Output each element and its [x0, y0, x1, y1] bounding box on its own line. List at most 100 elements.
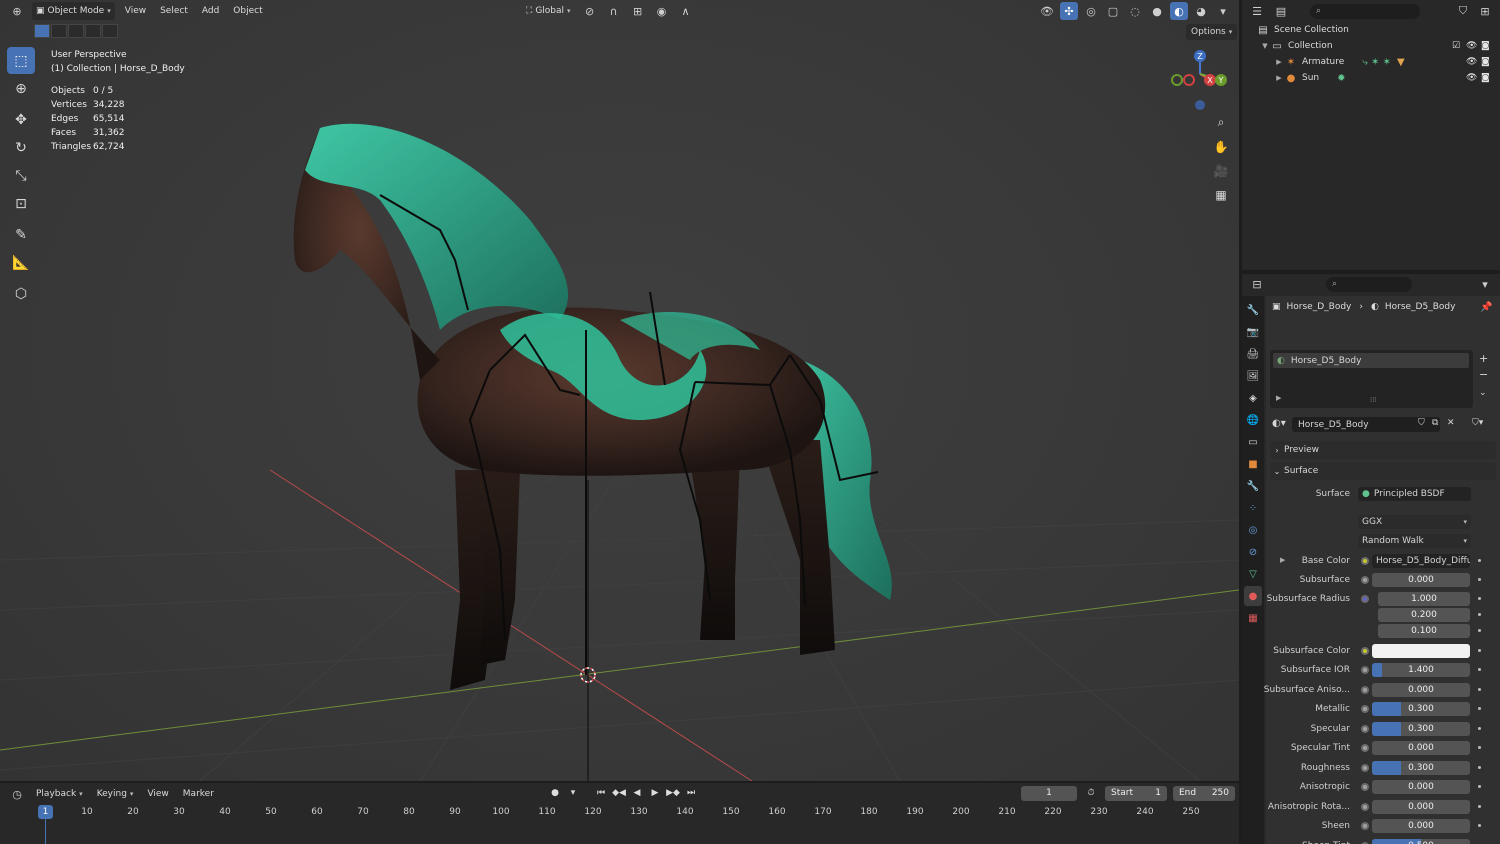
annotate-tool-icon[interactable]: ✎: [7, 221, 35, 248]
input-socket-icon[interactable]: [1361, 686, 1369, 694]
gizmo-toggle-icon[interactable]: ✣: [1060, 2, 1078, 20]
pin-icon[interactable]: 📌: [1480, 302, 1492, 313]
outliner-editor-type-icon[interactable]: ☰: [1248, 2, 1266, 20]
value-slider[interactable]: 0.000: [1372, 800, 1470, 814]
properties-editor-type-icon[interactable]: ⊟: [1248, 275, 1266, 293]
eye-icon[interactable]: 👁: [1466, 73, 1477, 83]
select-subtract-button[interactable]: [68, 24, 84, 38]
expand-arrow-icon[interactable]: ▶: [1274, 58, 1284, 66]
view-layer-tab-icon[interactable]: 🖼: [1244, 366, 1262, 386]
select-extend-button[interactable]: [51, 24, 67, 38]
move-tool-icon[interactable]: ✥: [7, 106, 35, 133]
material-browse-icon[interactable]: ◐▾: [1272, 418, 1286, 429]
preview-range-icon[interactable]: ⏱: [1083, 785, 1099, 801]
perspective-grid-icon[interactable]: ▦: [1211, 185, 1231, 204]
measure-tool-icon[interactable]: 📐: [7, 249, 35, 276]
animate-dot-icon[interactable]: [1478, 727, 1481, 730]
options-button[interactable]: Options ▾: [1186, 24, 1238, 40]
timeline-ruler[interactable]: 10 20 30 40 50 60 70 80 90 100 110 120 130 140 150 160 1…: [0, 805, 1239, 844]
input-socket-icon[interactable]: [1361, 576, 1369, 584]
value-slider[interactable]: 0.300: [1372, 722, 1470, 736]
proportional-edit-icon[interactable]: ◉: [653, 2, 671, 20]
eye-icon[interactable]: 👁: [1466, 41, 1477, 51]
value-slider[interactable]: 0.000: [1372, 819, 1470, 833]
distribution-select[interactable]: GGX ▾: [1358, 515, 1471, 529]
animate-dot-icon[interactable]: [1478, 805, 1481, 808]
animate-dot-icon[interactable]: [1478, 766, 1481, 769]
material-tab-icon[interactable]: ●: [1244, 586, 1262, 606]
surface-panel-header[interactable]: ⌄ Surface: [1270, 462, 1496, 480]
orientation-select[interactable]: ⛶ Global ▾: [522, 2, 575, 20]
wireframe-shading-icon[interactable]: ◌: [1126, 2, 1144, 20]
editor-type-icon[interactable]: ⊕: [8, 2, 26, 20]
outliner-search-input[interactable]: ⌕: [1310, 3, 1420, 19]
color-socket-icon[interactable]: [1361, 557, 1369, 565]
collection-row[interactable]: ▼ ▭ Collection: [1260, 38, 1332, 54]
physics-tab-icon[interactable]: ◎: [1244, 520, 1262, 540]
unlink-icon[interactable]: ✕: [1447, 418, 1455, 428]
camera-icon[interactable]: ◙: [1481, 41, 1490, 51]
menu-keying[interactable]: Keying ▾: [93, 785, 138, 803]
outliner-item-armature[interactable]: ▶ ✶ Armature ⤷ ✶ ✶ ▼: [1274, 54, 1404, 70]
animate-dot-icon[interactable]: [1478, 629, 1481, 632]
3d-viewport[interactable]: ⊕ ▣ Object Mode ▾ View Select Add Object …: [0, 0, 1239, 781]
select-intersect-button[interactable]: [102, 24, 118, 38]
mode-select[interactable]: ▣ Object Mode ▾: [32, 2, 115, 20]
animate-dot-icon[interactable]: [1478, 668, 1481, 671]
next-keyframe-icon[interactable]: ▶◆: [665, 785, 681, 801]
output-tab-icon[interactable]: 🖨: [1244, 344, 1262, 364]
menu-view[interactable]: View: [121, 2, 150, 20]
constraints-tab-icon[interactable]: ⊘: [1244, 542, 1262, 562]
input-socket-icon[interactable]: [1361, 803, 1369, 811]
input-socket-icon[interactable]: [1361, 705, 1369, 713]
fake-user-icon[interactable]: ⛉: [1418, 418, 1425, 428]
display-mode-icon[interactable]: ▤: [1272, 2, 1290, 20]
resize-handle-icon[interactable]: ⁞⁞⁞: [1370, 396, 1377, 404]
expand-arrow-icon[interactable]: ▶: [1280, 556, 1285, 564]
animate-dot-icon[interactable]: [1478, 707, 1481, 710]
mesh-data-tab-icon[interactable]: ▽: [1244, 564, 1262, 584]
input-socket-icon[interactable]: [1361, 647, 1369, 655]
animate-dot-icon[interactable]: [1478, 559, 1481, 562]
animate-dot-icon[interactable]: [1478, 785, 1481, 788]
modifier-tab-icon[interactable]: 🔧: [1244, 476, 1262, 496]
particles-tab-icon[interactable]: ⁘: [1244, 498, 1262, 518]
base-color-texture-field[interactable]: Horse_D5_Body_Diffuse: [1372, 554, 1470, 568]
playhead[interactable]: 1: [38, 805, 53, 819]
camera-icon[interactable]: ◙: [1481, 73, 1490, 83]
new-collection-icon[interactable]: ⊞: [1476, 2, 1494, 20]
input-socket-icon[interactable]: [1361, 725, 1369, 733]
record-options-icon[interactable]: ▾: [565, 785, 581, 801]
object-tab-icon[interactable]: ■: [1244, 454, 1262, 474]
input-socket-icon[interactable]: [1361, 666, 1369, 674]
value-slider[interactable]: 1.000: [1378, 592, 1470, 606]
expand-arrow-icon[interactable]: ▶: [1274, 74, 1284, 82]
value-slider[interactable]: 0.300: [1372, 702, 1470, 716]
remove-slot-button[interactable]: −: [1479, 368, 1488, 381]
camera-icon[interactable]: ◙: [1481, 57, 1490, 67]
texture-tab-icon[interactable]: ▦: [1244, 608, 1262, 628]
timeline-editor-type-icon[interactable]: ◷: [8, 785, 26, 803]
input-socket-icon[interactable]: [1361, 764, 1369, 772]
surface-shader-field[interactable]: ● Principled BSDF: [1358, 487, 1471, 501]
current-frame-field[interactable]: 1: [1021, 785, 1077, 801]
subsurface-method-select[interactable]: Random Walk ▾: [1358, 534, 1471, 548]
overlay-icon[interactable]: ◎: [1082, 2, 1100, 20]
value-slider[interactable]: 0.000: [1372, 741, 1470, 755]
menu-playback[interactable]: Playback ▾: [32, 785, 87, 803]
filter-icon[interactable]: ⛉: [1454, 2, 1472, 20]
input-socket-icon[interactable]: [1361, 744, 1369, 752]
solid-shading-icon[interactable]: ●: [1148, 2, 1166, 20]
expand-arrow-icon[interactable]: ▶: [1276, 394, 1281, 402]
menu-add[interactable]: Add: [198, 2, 223, 20]
duplicate-icon[interactable]: ⧉: [1432, 418, 1438, 428]
animate-dot-icon[interactable]: [1478, 649, 1481, 652]
menu-marker[interactable]: Marker: [179, 785, 218, 803]
properties-options-icon[interactable]: ▾: [1476, 275, 1494, 293]
jump-end-icon[interactable]: ⏭: [683, 785, 699, 801]
animate-dot-icon[interactable]: [1478, 688, 1481, 691]
value-slider[interactable]: 0.200: [1378, 608, 1470, 622]
rotate-tool-icon[interactable]: ↻: [7, 134, 35, 161]
properties-search-input[interactable]: ⌕: [1326, 276, 1412, 292]
animate-dot-icon[interactable]: [1478, 824, 1481, 827]
